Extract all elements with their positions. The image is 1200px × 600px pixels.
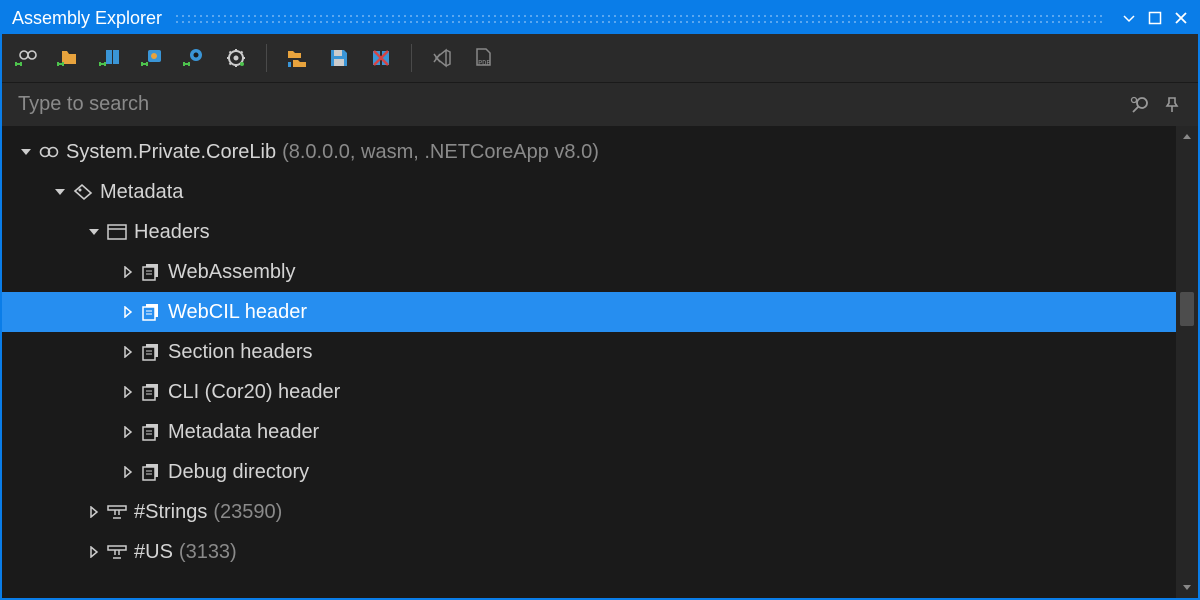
search-gear-icon — [1129, 94, 1151, 116]
search-bar — [2, 82, 1198, 126]
node-label: #Strings — [130, 501, 207, 524]
node-label: Metadata header — [164, 421, 319, 444]
solution-icon — [140, 47, 164, 69]
open-assembly-button[interactable] — [12, 44, 40, 72]
titlebar-grip[interactable] — [174, 13, 1104, 23]
tree-node-metadata[interactable]: Metadata — [2, 172, 1198, 212]
assembly-explorer-window: Assembly Explorer — [0, 0, 1200, 600]
svg-text:PDB: PDB — [478, 59, 491, 67]
tree-node-assembly[interactable]: System.Private.CoreLib (8.0.0.0, wasm, .… — [2, 132, 1198, 172]
remove-icon — [370, 47, 392, 69]
tree-node-headers[interactable]: Headers — [2, 212, 1198, 252]
pdb-icon: PDB — [472, 47, 496, 69]
search-options-button[interactable] — [1124, 89, 1156, 121]
close-button[interactable] — [1168, 5, 1194, 31]
doc-stack-icon — [138, 463, 164, 481]
search-input[interactable] — [18, 93, 1124, 116]
tag-icon — [70, 183, 96, 201]
node-label: Section headers — [164, 341, 313, 364]
open-nuget-button[interactable] — [96, 44, 124, 72]
node-label: #US — [130, 541, 173, 564]
scroll-up-button[interactable] — [1176, 126, 1198, 148]
toolbar-separator — [411, 44, 412, 72]
collapsed-arrow-icon — [118, 426, 138, 438]
titlebar: Assembly Explorer — [2, 2, 1198, 34]
stream-icon — [104, 504, 130, 520]
window-title: Assembly Explorer — [12, 8, 162, 29]
nuget-icon — [98, 47, 122, 69]
scrollbar-track[interactable] — [1176, 148, 1198, 576]
folder-icon — [56, 47, 80, 69]
node-meta: (23590) — [207, 501, 282, 524]
scroll-down-button[interactable] — [1176, 576, 1198, 598]
node-label: WebCIL header — [164, 301, 307, 324]
doc-stack-icon — [138, 263, 164, 281]
expand-arrow-icon — [50, 186, 70, 198]
assembly-icon — [14, 47, 38, 69]
open-symbol-button[interactable] — [180, 44, 208, 72]
doc-stack-icon — [138, 343, 164, 361]
tree-node-debug-directory[interactable]: Debug directory — [2, 452, 1198, 492]
collapsed-arrow-icon — [118, 346, 138, 358]
node-label: Headers — [130, 221, 210, 244]
node-label: System.Private.CoreLib — [62, 141, 276, 164]
pdb-button[interactable]: PDB — [470, 44, 498, 72]
open-solution-button[interactable] — [138, 44, 166, 72]
collapsed-arrow-icon — [118, 306, 138, 318]
symbol-icon — [182, 47, 206, 69]
collapsed-arrow-icon — [118, 466, 138, 478]
gear-icon — [225, 47, 247, 69]
toolbar: PDB — [2, 34, 1198, 82]
tree-node-section-headers[interactable]: Section headers — [2, 332, 1198, 372]
doc-stack-icon — [138, 303, 164, 321]
window-icon — [104, 224, 130, 240]
vs-icon — [431, 47, 453, 69]
assembly-tree: System.Private.CoreLib (8.0.0.0, wasm, .… — [2, 126, 1198, 578]
tree-node-metadata-header[interactable]: Metadata header — [2, 412, 1198, 452]
expand-arrow-icon — [16, 146, 36, 158]
save-icon — [328, 47, 350, 69]
pin-icon — [1163, 96, 1181, 114]
toolbar-separator — [266, 44, 267, 72]
vs-link-button[interactable] — [428, 44, 456, 72]
vertical-scrollbar[interactable] — [1176, 126, 1198, 598]
collapsed-arrow-icon — [118, 266, 138, 278]
window-dropdown-button[interactable] — [1116, 5, 1142, 31]
maximize-button[interactable] — [1142, 5, 1168, 31]
doc-stack-icon — [138, 383, 164, 401]
pin-button[interactable] — [1156, 89, 1188, 121]
node-meta: (8.0.0.0, wasm, .NETCoreApp v8.0) — [276, 141, 599, 164]
collapsed-arrow-icon — [84, 506, 104, 518]
tree-node-strings[interactable]: #Strings (23590) — [2, 492, 1198, 532]
save-button[interactable] — [325, 44, 353, 72]
tree-node-webcil-header[interactable]: WebCIL header — [2, 292, 1198, 332]
open-folder-button[interactable] — [54, 44, 82, 72]
remove-button[interactable] — [367, 44, 395, 72]
expand-arrow-icon — [84, 226, 104, 238]
tree-node-us[interactable]: #US (3133) — [2, 532, 1198, 572]
node-label: CLI (Cor20) header — [164, 381, 340, 404]
node-label: Metadata — [96, 181, 183, 204]
assembly-link-icon — [36, 143, 62, 161]
stream-icon — [104, 544, 130, 560]
tree-node-cli-header[interactable]: CLI (Cor20) header — [2, 372, 1198, 412]
collapsed-arrow-icon — [118, 386, 138, 398]
collapsed-arrow-icon — [84, 546, 104, 558]
tree-node-webassembly[interactable]: WebAssembly — [2, 252, 1198, 292]
scrollbar-thumb[interactable] — [1180, 292, 1194, 326]
folders-icon — [286, 47, 308, 69]
node-label: Debug directory — [164, 461, 309, 484]
settings-button[interactable] — [222, 44, 250, 72]
show-folders-button[interactable] — [283, 44, 311, 72]
doc-stack-icon — [138, 423, 164, 441]
tree-panel: System.Private.CoreLib (8.0.0.0, wasm, .… — [2, 126, 1198, 598]
chevron-up-icon — [1182, 132, 1192, 142]
node-meta: (3133) — [173, 541, 237, 564]
chevron-down-icon — [1182, 582, 1192, 592]
node-label: WebAssembly — [164, 261, 295, 284]
